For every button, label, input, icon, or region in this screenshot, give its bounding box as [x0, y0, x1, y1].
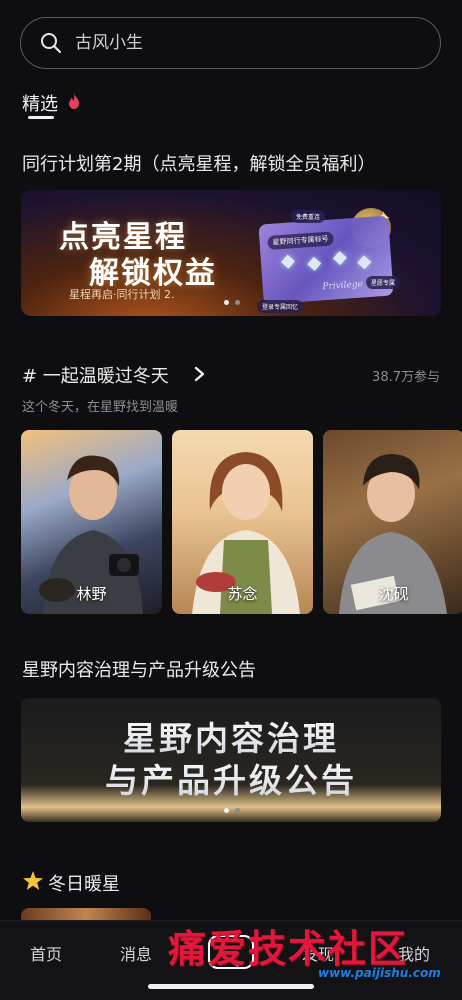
character-name: 沈砚 [378, 585, 409, 603]
chevron-right-icon[interactable] [193, 366, 207, 382]
gem-icon [332, 250, 347, 266]
gem-icon [280, 254, 296, 269]
gem-icon [357, 255, 372, 270]
search-bar[interactable] [20, 17, 441, 69]
notice-banner[interactable]: 星野内容治理 与产品升级公告 [21, 698, 441, 822]
winter-title: 冬日暖星 [48, 874, 120, 895]
character-name: 苏念 [227, 585, 258, 603]
card-tag: 星愿专属 [366, 276, 401, 289]
notice-banner-line-2: 与产品升级公告 [21, 754, 441, 802]
nav-messages[interactable]: 消息 [120, 941, 152, 965]
watermark-text: 痛爱技术社区 [168, 926, 409, 971]
feature-title: 同行计划第2期（点亮星程，解锁全员福利） [22, 154, 376, 175]
tab-featured[interactable]: 精选 [22, 90, 58, 116]
topic-description: 这个冬天，在星野找到温暖 [22, 400, 179, 415]
notice-title: 星野内容治理与产品升级公告 [22, 660, 256, 681]
card-tag: 登录专属回忆 [257, 300, 304, 313]
character-card[interactable]: 林野 [21, 430, 162, 614]
home-indicator[interactable] [148, 984, 314, 989]
carousel-dot[interactable] [235, 808, 240, 813]
feature-banner[interactable]: 点亮星程 解锁权益 星程再启·同行计划 2. ✦ ✦ 星野同行专属标号 Priv… [21, 190, 441, 316]
privilege-card: 星野同行专属标号 Privilege Gift [258, 215, 394, 305]
carousel-dot[interactable] [224, 300, 229, 305]
banner-subtitle: 星程再启·同行计划 2. [69, 288, 175, 301]
character-card[interactable]: 沈砚 [323, 430, 462, 614]
character-card[interactable]: 苏念 [172, 430, 313, 614]
search-input[interactable] [75, 33, 395, 53]
tab-underline [28, 116, 54, 119]
participant-count: 38.7万参与 [372, 370, 440, 385]
character-name: 林野 [76, 585, 107, 603]
star-icon [23, 871, 43, 890]
nav-home[interactable]: 首页 [30, 941, 62, 965]
carousel-dots [224, 300, 240, 305]
carousel-dots [224, 808, 240, 813]
search-icon [41, 33, 62, 54]
topic-title[interactable]: # 一起温暖过冬天 [22, 362, 169, 388]
carousel-dot[interactable] [224, 808, 229, 813]
fire-icon [69, 93, 79, 109]
card-tag: 星野同行专属标号 [267, 231, 335, 251]
notice-banner-line-1: 星野内容治理 [21, 712, 441, 760]
carousel-dot[interactable] [235, 300, 240, 305]
card-tag: 免费重连 [291, 210, 326, 223]
watermark-url: www.paijishu.com [318, 966, 441, 980]
gem-icon [307, 256, 322, 271]
